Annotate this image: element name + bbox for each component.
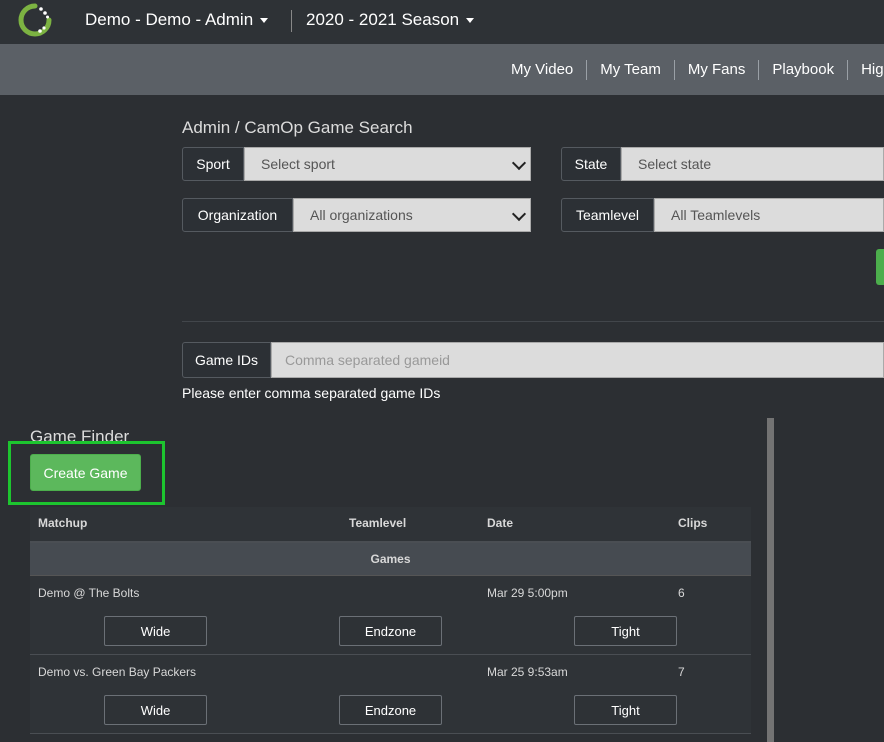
tight-view-button[interactable]: Tight — [574, 616, 677, 646]
header-divider — [291, 10, 292, 32]
table-group-header: Games — [30, 543, 751, 576]
column-header-teamlevel[interactable]: Teamlevel — [349, 516, 406, 530]
team-selector[interactable]: Demo - Demo - Admin — [85, 10, 269, 30]
column-header-matchup[interactable]: Matchup — [38, 516, 87, 530]
games-table: Matchup Teamlevel Date Clips Games Demo … — [30, 507, 751, 734]
logo-icon[interactable] — [18, 3, 52, 37]
section-divider — [182, 321, 884, 322]
chevron-down-icon — [511, 155, 527, 171]
game-ids-placeholder: Comma separated gameid — [285, 352, 450, 368]
game-ids-input[interactable]: Comma separated gameid — [271, 342, 884, 378]
wide-view-button[interactable]: Wide — [104, 616, 207, 646]
team-selector-label: Demo - Demo - Admin — [85, 10, 254, 29]
endzone-view-button[interactable]: Endzone — [339, 616, 442, 646]
top-bar: Demo - Demo - Admin 2020 - 2021 Season — [0, 0, 884, 44]
sport-select[interactable]: Select sport — [244, 147, 531, 181]
search-button[interactable] — [876, 249, 884, 285]
teamlevel-label: Teamlevel — [561, 198, 654, 232]
nav-my-fans[interactable]: My Fans — [675, 59, 760, 80]
column-header-clips[interactable]: Clips — [678, 516, 707, 530]
clips-cell: 7 — [678, 665, 685, 679]
caret-down-icon — [466, 18, 475, 24]
search-title: Admin / CamOp Game Search — [182, 118, 413, 137]
main-nav: My Video My Team My Fans Playbook Hig — [0, 44, 884, 95]
nav-my-team[interactable]: My Team — [587, 59, 675, 80]
game-ids-helper-text: Please enter comma separated game IDs — [182, 385, 441, 401]
state-label: State — [561, 147, 621, 181]
table-header: Matchup Teamlevel Date Clips — [30, 507, 751, 543]
nav-links: My Video My Team My Fans Playbook Hig — [498, 44, 884, 95]
clips-cell: 6 — [678, 586, 685, 600]
caret-down-icon — [260, 18, 269, 24]
table-row: Demo @ The Bolts Mar 29 5:00pm 6 Wide En… — [30, 576, 751, 655]
teamlevel-select-value: All Teamlevels — [671, 207, 761, 223]
chevron-down-icon — [511, 206, 527, 222]
date-cell: Mar 29 5:00pm — [487, 586, 568, 600]
game-ids-label: Game IDs — [182, 342, 271, 378]
nav-highlights[interactable]: Hig — [848, 60, 884, 80]
tight-view-button[interactable]: Tight — [574, 695, 677, 725]
sport-label: Sport — [182, 147, 244, 181]
state-select-value: Select state — [638, 156, 712, 172]
state-select[interactable]: Select state — [621, 147, 884, 181]
endzone-view-button[interactable]: Endzone — [339, 695, 442, 725]
season-selector[interactable]: 2020 - 2021 Season — [306, 10, 475, 30]
organization-select-value: All organizations — [310, 207, 413, 223]
table-row: Demo vs. Green Bay Packers Mar 25 9:53am… — [30, 655, 751, 734]
sport-select-value: Select sport — [261, 156, 335, 172]
nav-my-video[interactable]: My Video — [498, 59, 588, 80]
nav-playbook[interactable]: Playbook — [759, 59, 849, 80]
matchup-cell[interactable]: Demo vs. Green Bay Packers — [38, 665, 196, 679]
season-selector-label: 2020 - 2021 Season — [306, 10, 460, 29]
scrollbar[interactable] — [767, 418, 774, 742]
teamlevel-select[interactable]: All Teamlevels — [654, 198, 884, 232]
column-header-date[interactable]: Date — [487, 516, 513, 530]
wide-view-button[interactable]: Wide — [104, 695, 207, 725]
matchup-cell[interactable]: Demo @ The Bolts — [38, 586, 139, 600]
create-game-button[interactable]: Create Game — [30, 454, 141, 491]
organization-label: Organization — [182, 198, 293, 232]
organization-select[interactable]: All organizations — [293, 198, 531, 232]
date-cell: Mar 25 9:53am — [487, 665, 568, 679]
